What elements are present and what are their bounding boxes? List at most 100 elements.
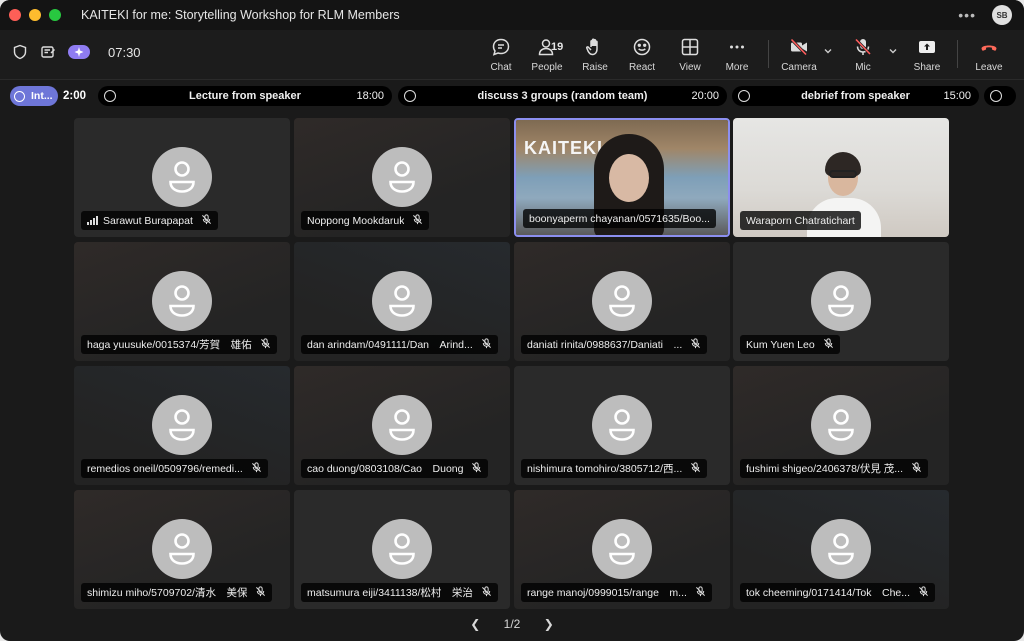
- participant-tile[interactable]: nishimura tomohiro/3805712/西...: [514, 366, 730, 485]
- leave-button[interactable]: Leave: [964, 37, 1014, 73]
- window-title: KAITEKI for me: Storytelling Workshop fo…: [81, 8, 400, 22]
- avatar-placeholder-icon: [152, 395, 212, 455]
- window-controls: [9, 9, 61, 21]
- participant-name: shimizu miho/5709702/清水 美保: [87, 587, 248, 599]
- mic-off-icon: [854, 38, 872, 56]
- mic-muted-icon: [201, 212, 212, 230]
- participant-name: dan arindam/0491111/Dan Arind...: [307, 339, 473, 351]
- participant-tile[interactable]: Noppong Mookdaruk: [294, 118, 510, 237]
- participant-name: tok cheeming/0171414/Tok Che...: [746, 587, 911, 599]
- avatar-placeholder-icon: [372, 271, 432, 331]
- zoom-window-button[interactable]: [49, 9, 61, 21]
- close-window-button[interactable]: [9, 9, 21, 21]
- hang-up-icon: [981, 45, 997, 51]
- mic-muted-icon: [918, 584, 929, 602]
- chat-icon: [492, 38, 510, 56]
- avatar-placeholder-icon: [152, 147, 212, 207]
- chat-button[interactable]: Chat: [476, 37, 526, 73]
- participant-tile[interactable]: Sarawut Burapapat: [74, 118, 290, 237]
- participant-tile[interactable]: KAITEKI boonyaperm chayanan/0571635/Boo..…: [514, 118, 730, 237]
- previous-page-chevron-icon[interactable]: ❮: [470, 617, 480, 631]
- avatar-placeholder-icon: [592, 519, 652, 579]
- avatar-placeholder-icon: [152, 271, 212, 331]
- avatar-placeholder-icon: [372, 395, 432, 455]
- mic-muted-icon: [255, 584, 266, 602]
- mic-muted-icon: [481, 584, 492, 602]
- avatar-placeholder-icon: [592, 395, 652, 455]
- participant-nameplate: fushimi shigeo/2406378/伏見 茂...: [740, 459, 928, 478]
- agenda-item[interactable]: Lecture from speaker 18:00: [98, 86, 392, 106]
- ai-companion-icon[interactable]: [68, 45, 90, 59]
- more-options-icon[interactable]: •••: [958, 7, 976, 23]
- agenda-item[interactable]: discuss 3 groups (random team) 20:00: [398, 86, 727, 106]
- smiley-icon: [633, 38, 651, 56]
- participant-nameplate: range manoj/0999015/range m...: [521, 583, 712, 602]
- participant-nameplate: Kum Yuen Leo: [740, 335, 840, 354]
- notes-icon[interactable]: [40, 44, 56, 60]
- participant-name: boonyaperm chayanan/0571635/Boo...: [529, 212, 710, 225]
- title-bar: KAITEKI for me: Storytelling Workshop fo…: [0, 0, 1024, 30]
- participant-name: Sarawut Burapapat: [103, 214, 193, 227]
- participant-tile[interactable]: Kum Yuen Leo: [733, 242, 949, 361]
- view-button[interactable]: View: [665, 37, 715, 73]
- participant-name: remedios oneil/0509796/remedi...: [87, 462, 243, 475]
- next-page-chevron-icon[interactable]: ❯: [544, 617, 554, 631]
- meeting-window: KAITEKI for me: Storytelling Workshop fo…: [0, 0, 1024, 641]
- camera-options-chevron-down-icon[interactable]: [823, 46, 833, 56]
- ellipsis-icon: [730, 45, 744, 49]
- participant-tile[interactable]: dan arindam/0491111/Dan Arind...: [294, 242, 510, 361]
- more-button[interactable]: More: [712, 37, 762, 73]
- participant-tile[interactable]: shimizu miho/5709702/清水 美保: [74, 490, 290, 609]
- grid-view-icon: [681, 38, 699, 56]
- mic-muted-icon: [690, 336, 701, 354]
- mic-options-chevron-down-icon[interactable]: [888, 46, 898, 56]
- mic-muted-icon: [911, 460, 922, 478]
- gallery-pager: ❮ 1/2 ❯: [0, 617, 1024, 631]
- mic-muted-icon: [481, 336, 492, 354]
- participant-name: daniati rinita/0988637/Daniati ...: [527, 339, 683, 351]
- participant-tile[interactable]: haga yuusuke/0015374/芳賀 雄佑: [74, 242, 290, 361]
- participant-tile[interactable]: daniati rinita/0988637/Daniati ...: [514, 242, 730, 361]
- mic-muted-icon: [690, 460, 701, 478]
- mic-muted-icon: [695, 584, 706, 602]
- agenda-current-item[interactable]: Int...: [10, 86, 58, 106]
- mic-button[interactable]: Mic: [838, 37, 888, 73]
- user-avatar[interactable]: SB: [992, 5, 1012, 25]
- participant-name: Kum Yuen Leo: [746, 338, 815, 351]
- participant-nameplate: shimizu miho/5709702/清水 美保: [81, 583, 273, 602]
- participant-name: range manoj/0999015/range m...: [527, 587, 687, 599]
- shield-icon[interactable]: [12, 44, 28, 60]
- participant-tile[interactable]: remedios oneil/0509796/remedi...: [74, 366, 290, 485]
- participant-nameplate: cao duong/0803108/Cao Duong: [301, 459, 489, 478]
- participant-nameplate: boonyaperm chayanan/0571635/Boo...: [523, 209, 716, 228]
- participant-tile[interactable]: range manoj/0999015/range m...: [514, 490, 730, 609]
- agenda-status-icon: [990, 90, 1002, 102]
- avatar-placeholder-icon: [592, 271, 652, 331]
- agenda-current-timer: 2:00: [63, 90, 87, 102]
- participant-nameplate: Sarawut Burapapat: [81, 211, 218, 230]
- people-button[interactable]: 19 People: [522, 37, 572, 73]
- mic-muted-icon: [412, 212, 423, 230]
- mic-muted-icon: [251, 460, 262, 478]
- avatar-placeholder-icon: [372, 147, 432, 207]
- share-screen-icon: [919, 41, 935, 53]
- participant-tile[interactable]: matsumura eiji/3411138/松村 栄治: [294, 490, 510, 609]
- react-button[interactable]: React: [617, 37, 667, 73]
- participant-tile[interactable]: cao duong/0803108/Cao Duong: [294, 366, 510, 485]
- toolbar-divider: [957, 40, 958, 68]
- participant-tile[interactable]: tok cheeming/0171414/Tok Che...: [733, 490, 949, 609]
- camera-button[interactable]: Camera: [774, 37, 824, 73]
- participant-count: 19: [551, 41, 564, 53]
- participant-name: haga yuusuke/0015374/芳賀 雄佑: [87, 339, 252, 351]
- raise-hand-button[interactable]: Raise: [570, 37, 620, 73]
- raise-hand-icon: [586, 38, 598, 56]
- agenda-item[interactable]: debrief from speaker 15:00: [732, 86, 979, 106]
- participant-nameplate: remedios oneil/0509796/remedi...: [81, 459, 268, 478]
- participant-name: matsumura eiji/3411138/松村 栄治: [307, 587, 473, 599]
- participant-tile[interactable]: fushimi shigeo/2406378/伏見 茂...: [733, 366, 949, 485]
- participant-tile[interactable]: Waraporn Chatratichart: [733, 118, 949, 237]
- participant-name: cao duong/0803108/Cao Duong: [307, 463, 464, 475]
- share-button[interactable]: Share: [902, 37, 952, 73]
- minimize-window-button[interactable]: [29, 9, 41, 21]
- agenda-item-more[interactable]: [984, 86, 1016, 106]
